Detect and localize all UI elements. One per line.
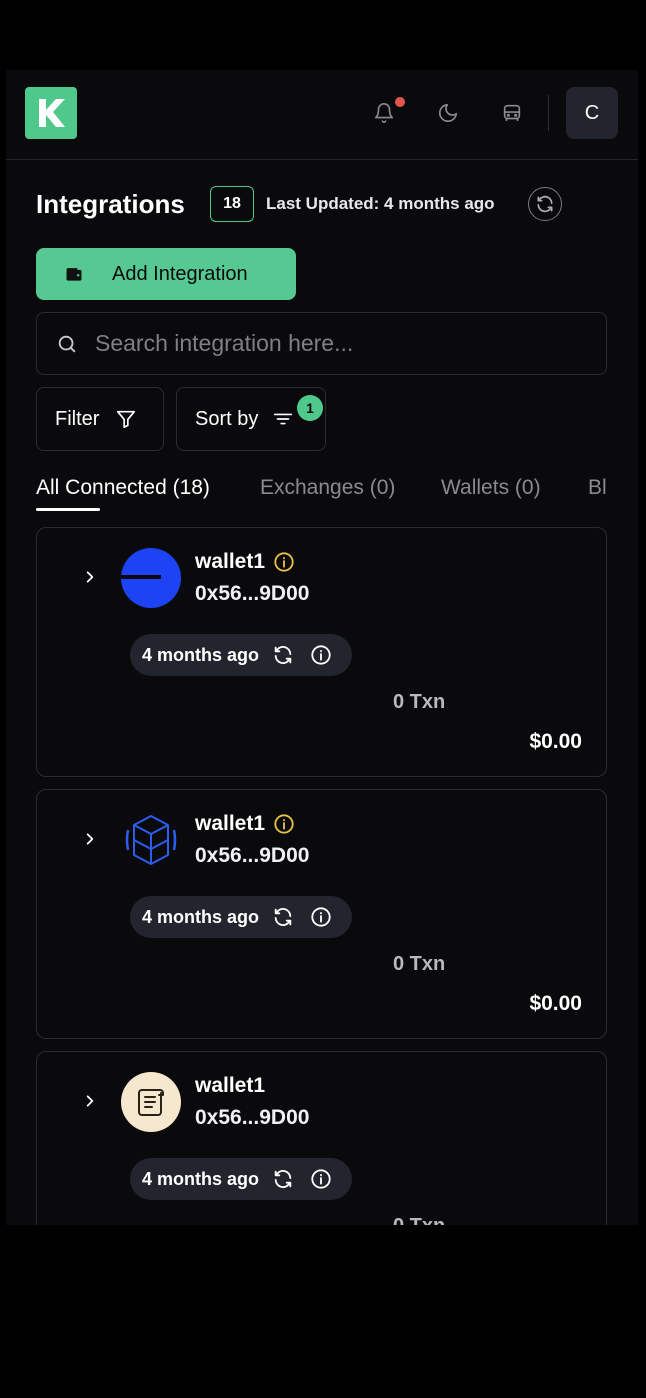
- wallet-balance: $0.00: [529, 992, 582, 1015]
- scroll-logo-icon: [121, 1072, 181, 1132]
- last-synced-text: 4 months ago: [142, 644, 260, 665]
- top-header: C: [6, 70, 638, 160]
- info-icon[interactable]: [309, 905, 333, 929]
- integration-card[interactable]: wallet1 0x56...9D00 4 months ago 0 Txn $…: [36, 527, 607, 777]
- filter-label: Filter: [55, 407, 100, 430]
- integration-card[interactable]: wallet1 0x56...9D00 4 months ago 0 Txn: [36, 1051, 607, 1225]
- refresh-icon: [537, 195, 553, 213]
- info-icon[interactable]: [309, 1167, 333, 1191]
- filter-button[interactable]: Filter: [36, 387, 164, 451]
- chevron-right-icon[interactable]: [81, 568, 99, 586]
- wallet-name: wallet1: [195, 550, 266, 573]
- chevron-right-icon[interactable]: [81, 1092, 99, 1110]
- k-logo-icon: [39, 99, 65, 127]
- car-icon[interactable]: [499, 100, 525, 126]
- wallet-balance: $0.00: [529, 730, 582, 753]
- bell-icon[interactable]: [371, 100, 397, 126]
- user-avatar[interactable]: C: [566, 87, 618, 139]
- wallet-address: 0x56...9D00: [195, 844, 310, 867]
- tab-wallets[interactable]: Wallets (0): [441, 472, 541, 504]
- header-divider: [548, 95, 549, 131]
- resync-icon[interactable]: [271, 905, 295, 929]
- resync-icon[interactable]: [271, 643, 295, 667]
- warning-info-icon[interactable]: [273, 813, 295, 835]
- refresh-button[interactable]: [528, 187, 562, 221]
- fantom-logo-icon: [121, 810, 181, 870]
- tab-all-connected[interactable]: All Connected (18): [36, 472, 210, 504]
- search-input[interactable]: [95, 330, 555, 357]
- sync-status-pill: 4 months ago: [130, 1158, 352, 1200]
- add-integration-label: Add Integration: [112, 262, 248, 285]
- sort-lines-icon: [270, 406, 296, 432]
- wallet-address: 0x56...9D00: [195, 1106, 310, 1129]
- add-integration-button[interactable]: Add Integration: [36, 248, 296, 300]
- warning-info-icon[interactable]: [273, 551, 295, 573]
- resync-icon[interactable]: [271, 1167, 295, 1191]
- transaction-count: 0 Txn: [393, 1212, 445, 1225]
- wallet-icon: [63, 263, 85, 285]
- integration-card[interactable]: wallet1 0x56...9D00 4 months ago 0 Txn $…: [36, 789, 607, 1039]
- wallet-name: wallet1: [195, 812, 266, 835]
- info-icon[interactable]: [309, 643, 333, 667]
- tab-exchanges[interactable]: Exchanges (0): [260, 472, 395, 504]
- transaction-count: 0 Txn: [393, 953, 446, 975]
- sync-status-pill: 4 months ago: [130, 634, 352, 676]
- sort-count-badge: 1: [297, 395, 323, 421]
- funnel-icon: [113, 406, 139, 432]
- blue-circle-logo-icon: [121, 548, 181, 608]
- integration-tabs: All Connected (18) Exchanges (0) Wallets…: [36, 472, 607, 512]
- app-logo[interactable]: [25, 87, 77, 139]
- transaction-count: 0 Txn: [393, 691, 446, 713]
- sync-status-pill: 4 months ago: [130, 896, 352, 938]
- last-updated-text: Last Updated: 4 months ago: [266, 194, 495, 213]
- last-synced-text: 4 months ago: [142, 906, 260, 927]
- integration-count-badge: 18: [210, 186, 254, 222]
- sort-by-button[interactable]: Sort by 1: [176, 387, 326, 451]
- title-row: Integrations 18 Last Updated: 4 months a…: [36, 186, 616, 222]
- sort-by-label: Sort by: [195, 407, 259, 430]
- active-tab-indicator: [36, 508, 100, 511]
- notification-dot: [395, 97, 405, 107]
- chevron-right-icon[interactable]: [81, 830, 99, 848]
- page-title: Integrations: [36, 189, 185, 219]
- wallet-address: 0x56...9D00: [195, 582, 310, 605]
- search-icon: [55, 332, 79, 356]
- app-window: C Integrations 18 Last Updated: 4 months…: [6, 70, 638, 1225]
- search-bar: [36, 312, 607, 375]
- last-synced-text: 4 months ago: [142, 1168, 260, 1189]
- tab-blockchains[interactable]: Bl: [588, 472, 607, 504]
- wallet-name: wallet1: [195, 1074, 266, 1097]
- moon-icon[interactable]: [435, 100, 461, 126]
